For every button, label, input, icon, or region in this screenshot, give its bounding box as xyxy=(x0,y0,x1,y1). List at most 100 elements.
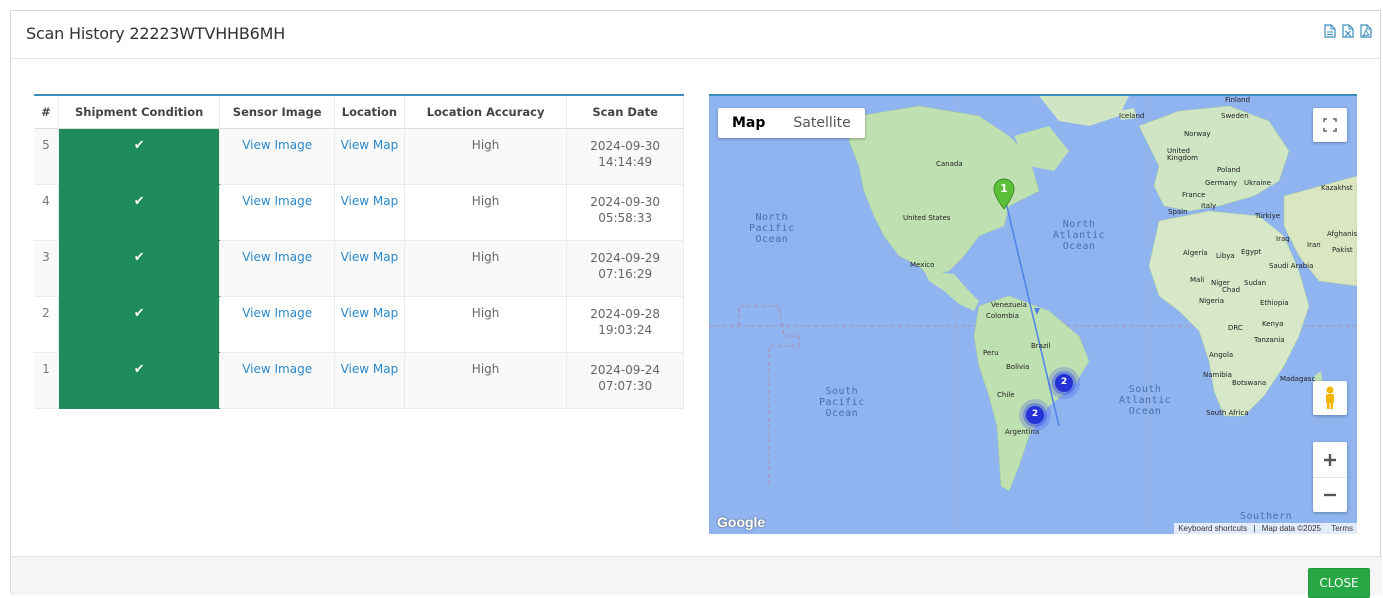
place-label: Peru xyxy=(983,349,999,357)
place-label: United Kingdom xyxy=(1167,147,1198,162)
place-label: Germany xyxy=(1205,179,1238,187)
place-label: Mali xyxy=(1190,276,1205,284)
scan-time: 07:16:29 xyxy=(598,267,653,281)
view-image-link[interactable]: View Image xyxy=(242,306,312,320)
scan-date: 2024-09-24 xyxy=(590,363,661,377)
map-type-control: Map Satellite xyxy=(718,108,865,138)
accuracy-cell: High xyxy=(404,128,568,185)
fullscreen-icon xyxy=(1323,118,1337,132)
ocean-label-north-atlantic: North Atlantic Ocean xyxy=(1053,219,1106,252)
row-number: 4 xyxy=(34,184,59,241)
map-type-satellite-button[interactable]: Satellite xyxy=(779,108,864,138)
pegman-icon xyxy=(1326,386,1334,409)
place-label: Finland xyxy=(1225,96,1251,104)
marker-cluster[interactable]: 2 xyxy=(1018,398,1052,432)
view-image-link[interactable]: View Image xyxy=(242,138,312,152)
check-icon: ✔ xyxy=(133,362,145,377)
place-label: South Africa xyxy=(1206,409,1249,417)
map-marker[interactable]: 1 xyxy=(992,178,1016,210)
close-button[interactable]: CLOSE xyxy=(1308,568,1370,598)
zoom-in-button[interactable] xyxy=(1313,442,1347,478)
scan-history-modal: Scan History 22223WTVHHB6MH # Shipment C… xyxy=(10,10,1382,598)
view-image-link[interactable]: View Image xyxy=(242,250,312,264)
scan-table-container: # Shipment Condition Sensor Image Locati… xyxy=(34,94,684,409)
file-excel-icon[interactable] xyxy=(1342,24,1354,38)
check-icon: ✔ xyxy=(133,306,145,321)
scan-date: 2024-09-30 xyxy=(590,139,661,153)
place-label: Egypt xyxy=(1241,248,1262,256)
plus-icon xyxy=(1324,453,1336,466)
minus-icon xyxy=(1324,493,1336,497)
place-label: Kazakhst xyxy=(1321,184,1353,192)
condition-cell: ✔ xyxy=(58,296,221,353)
place-label: Bolivia xyxy=(1006,363,1030,371)
scan-time: 14:14:49 xyxy=(598,155,653,169)
modal-title: Scan History 22223WTVHHB6MH xyxy=(26,24,286,43)
accuracy-cell: High xyxy=(404,240,568,297)
ocean-label-south-atlantic: South Atlantic Ocean xyxy=(1119,384,1172,417)
place-label: Afghanis xyxy=(1327,230,1357,238)
row-number: 5 xyxy=(34,128,59,185)
file-text-icon[interactable] xyxy=(1324,24,1336,38)
row-number: 1 xyxy=(34,352,59,409)
map-view[interactable]: Canada United States Mexico Venezuela Co… xyxy=(709,94,1357,534)
attribution-separator: | xyxy=(1253,524,1256,533)
place-label: Türkiye xyxy=(1255,212,1281,220)
scan-date-cell: 2024-09-29 07:16:29 xyxy=(566,240,684,297)
view-map-link[interactable]: View Map xyxy=(341,194,399,208)
place-label: Angola xyxy=(1209,351,1234,359)
place-label: Libya xyxy=(1216,252,1235,260)
map-attribution: Keyboard shortcuts | Map data ©2025 Term… xyxy=(1174,523,1357,534)
ocean-label-south-pacific: South Pacific Ocean xyxy=(819,386,865,419)
col-header-accuracy: Location Accuracy xyxy=(404,96,568,129)
place-label: Norway xyxy=(1184,130,1211,138)
zoom-out-button[interactable] xyxy=(1313,478,1347,512)
place-label: Iceland xyxy=(1119,112,1145,120)
view-map-link[interactable]: View Map xyxy=(341,250,399,264)
keyboard-shortcuts-link[interactable]: Keyboard shortcuts xyxy=(1178,524,1247,533)
place-label: Ethiopia xyxy=(1260,299,1289,307)
map-type-map-button[interactable]: Map xyxy=(718,108,779,138)
place-label: Kenya xyxy=(1262,320,1284,328)
terms-link[interactable]: Terms xyxy=(1323,524,1353,533)
place-label: Botswana xyxy=(1232,379,1267,387)
row-number: 3 xyxy=(34,240,59,297)
scan-time: 05:58:33 xyxy=(598,211,653,225)
scan-date: 2024-09-30 xyxy=(590,195,661,209)
place-label: Sweden xyxy=(1221,112,1249,120)
place-label: Canada xyxy=(936,160,963,168)
view-image-link[interactable]: View Image xyxy=(242,362,312,376)
google-logo[interactable]: Google xyxy=(717,514,765,530)
street-view-button[interactable] xyxy=(1313,381,1347,415)
map-canvas[interactable] xyxy=(709,96,1357,534)
view-map-link[interactable]: View Map xyxy=(341,306,399,320)
place-label: Chile xyxy=(997,391,1015,399)
condition-cell: ✔ xyxy=(58,128,221,185)
ocean-label-north-pacific: North Pacific Ocean xyxy=(749,212,795,245)
place-label: Spain xyxy=(1168,208,1188,216)
place-label: Madagasc xyxy=(1280,375,1316,383)
table-row: 1 ✔ View Image View Map High 2024-09-24 0… xyxy=(34,352,684,409)
cluster-count: 2 xyxy=(1060,377,1068,387)
place-label: Namibia xyxy=(1203,371,1232,379)
scan-date: 2024-09-29 xyxy=(590,251,661,265)
file-pdf-icon[interactable] xyxy=(1360,24,1372,38)
place-label: Nigeria xyxy=(1199,297,1225,305)
view-map-link[interactable]: View Map xyxy=(341,138,399,152)
map-data-text: Map data ©2025 xyxy=(1261,524,1321,533)
scan-date-cell: 2024-09-30 14:14:49 xyxy=(566,128,684,185)
place-label: Saudi Arabia xyxy=(1269,262,1314,270)
col-header-scan-date: Scan Date xyxy=(566,96,684,129)
marker-cluster[interactable]: 2 xyxy=(1047,366,1081,400)
table-header-row: # Shipment Condition Sensor Image Locati… xyxy=(34,96,684,129)
place-label: Venezuela xyxy=(991,301,1027,309)
fullscreen-button[interactable] xyxy=(1313,108,1347,142)
place-label: Chad xyxy=(1222,286,1241,294)
col-header-condition: Shipment Condition xyxy=(58,96,221,129)
view-map-link[interactable]: View Map xyxy=(341,362,399,376)
modal-header: Scan History 22223WTVHHB6MH xyxy=(11,11,1380,59)
accuracy-cell: High xyxy=(404,296,568,353)
condition-cell: ✔ xyxy=(58,240,221,297)
place-label: Iran xyxy=(1307,241,1321,249)
view-image-link[interactable]: View Image xyxy=(242,194,312,208)
